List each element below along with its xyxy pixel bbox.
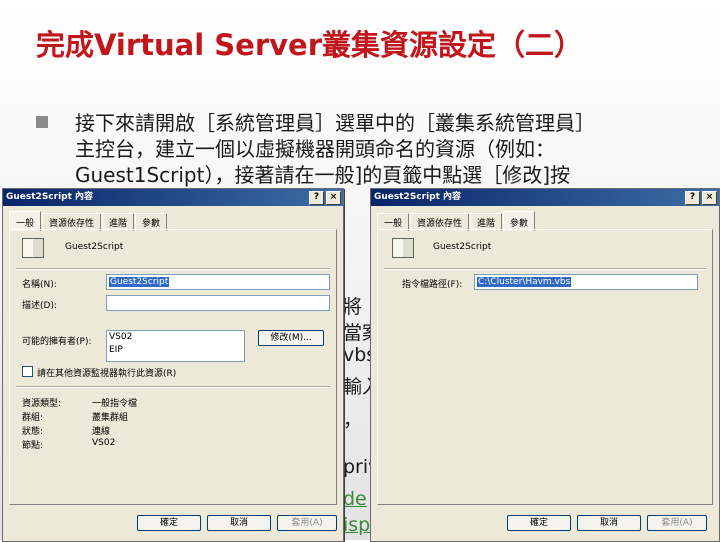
status-value: 連線 xyxy=(92,427,111,437)
partial-text: 將 xyxy=(343,296,363,318)
cancel-button[interactable]: 取消 xyxy=(207,515,271,531)
script-path-label: 指令檔路徑(F): xyxy=(402,280,463,290)
separate-monitor-checkbox[interactable] xyxy=(22,366,33,377)
tab-general[interactable]: 一般 xyxy=(9,211,42,231)
partial-link: isp xyxy=(343,514,371,536)
group-value: 叢集群組 xyxy=(92,413,129,423)
slide-title: 完成Virtual Server叢集資源設定（二） xyxy=(36,28,584,62)
bullet-line: Guest1Script），接著請在一般]的頁籤中點選［修改]按 xyxy=(75,163,571,187)
name-value: Guest2Script xyxy=(109,277,170,287)
ok-button[interactable]: 確定 xyxy=(137,515,201,531)
possible-owners-list[interactable]: VS02 EIP xyxy=(106,330,245,362)
name-label: 名稱(N): xyxy=(22,280,57,290)
resource-book-icon xyxy=(22,238,44,258)
help-icon[interactable]: ? xyxy=(685,191,700,205)
node-label: 節點: xyxy=(22,441,44,451)
cancel-button[interactable]: 取消 xyxy=(577,515,641,531)
ok-button[interactable]: 確定 xyxy=(507,515,571,531)
properties-dialog-parameters: Guest2Script 內容 ? × 一般 資源依存性 進階 參數 Guest… xyxy=(370,188,720,542)
name-field[interactable]: Guest2Script xyxy=(106,274,330,290)
dialog-titlebar: Guest2Script 內容 ? × xyxy=(3,189,343,206)
apply-button[interactable]: 套用(A) xyxy=(647,515,707,531)
bullet-marker xyxy=(36,116,48,128)
modify-button[interactable]: 修改(M)... xyxy=(258,330,324,346)
tab-panel-general: Guest2Script 名稱(N): Guest2Script 描述(D): … xyxy=(9,229,337,505)
resource-name-heading: Guest2Script xyxy=(65,242,124,252)
status-label: 狀態: xyxy=(22,427,44,437)
resource-book-icon xyxy=(392,238,414,258)
group-label: 群組: xyxy=(22,413,44,423)
divider xyxy=(384,268,706,270)
close-icon[interactable]: × xyxy=(702,191,717,205)
tab-panel-parameters: Guest2Script 指令檔路徑(F): C:\Cluster\Havm.v… xyxy=(377,229,713,505)
resource-name-heading: Guest2Script xyxy=(433,242,492,252)
owner-item[interactable]: EIP xyxy=(109,344,244,357)
resource-type-label: 資源類型: xyxy=(22,399,62,409)
possible-owners-label: 可能的擁有者(P): xyxy=(22,337,92,347)
description-label: 描述(D): xyxy=(22,301,57,311)
separate-monitor-label: 請在其他資源監視器執行此資源(R) xyxy=(37,369,177,379)
help-icon[interactable]: ? xyxy=(309,191,324,205)
script-path-field[interactable]: C:\Cluster\Havm.vbs xyxy=(474,274,698,290)
apply-button[interactable]: 套用(A) xyxy=(277,515,337,531)
properties-dialog-general: Guest2Script 內容 ? × 一般 資源依存性 進階 參數 Guest… xyxy=(2,188,344,542)
node-value: VS02 xyxy=(92,438,116,448)
resource-type-value: 一般指令檔 xyxy=(92,399,138,409)
dialog-titlebar: Guest2Script 內容 ? × xyxy=(371,189,719,206)
partial-text: ， xyxy=(343,409,363,431)
dialog-title: Guest2Script 內容 xyxy=(374,192,462,202)
dialog-title: Guest2Script 內容 xyxy=(6,192,94,202)
bullet-line: 接下來請開啟［系統管理員］選單中的［叢集系統管理員］ xyxy=(75,111,595,135)
tab-parameters[interactable]: 參數 xyxy=(503,211,536,231)
divider xyxy=(16,268,330,270)
script-path-value: C:\Cluster\Havm.vbs xyxy=(477,277,572,287)
close-icon[interactable]: × xyxy=(326,191,341,205)
partial-link: de xyxy=(343,488,367,510)
bullet-text: 接下來請開啟［系統管理員］選單中的［叢集系統管理員］ 主控台，建立一個以虛擬機器… xyxy=(75,110,695,188)
bullet-line: 主控台，建立一個以虛擬機器開頭命名的資源（例如： xyxy=(75,137,555,161)
description-field[interactable] xyxy=(106,295,330,311)
divider xyxy=(16,386,330,388)
owner-item[interactable]: VS02 xyxy=(109,331,244,344)
